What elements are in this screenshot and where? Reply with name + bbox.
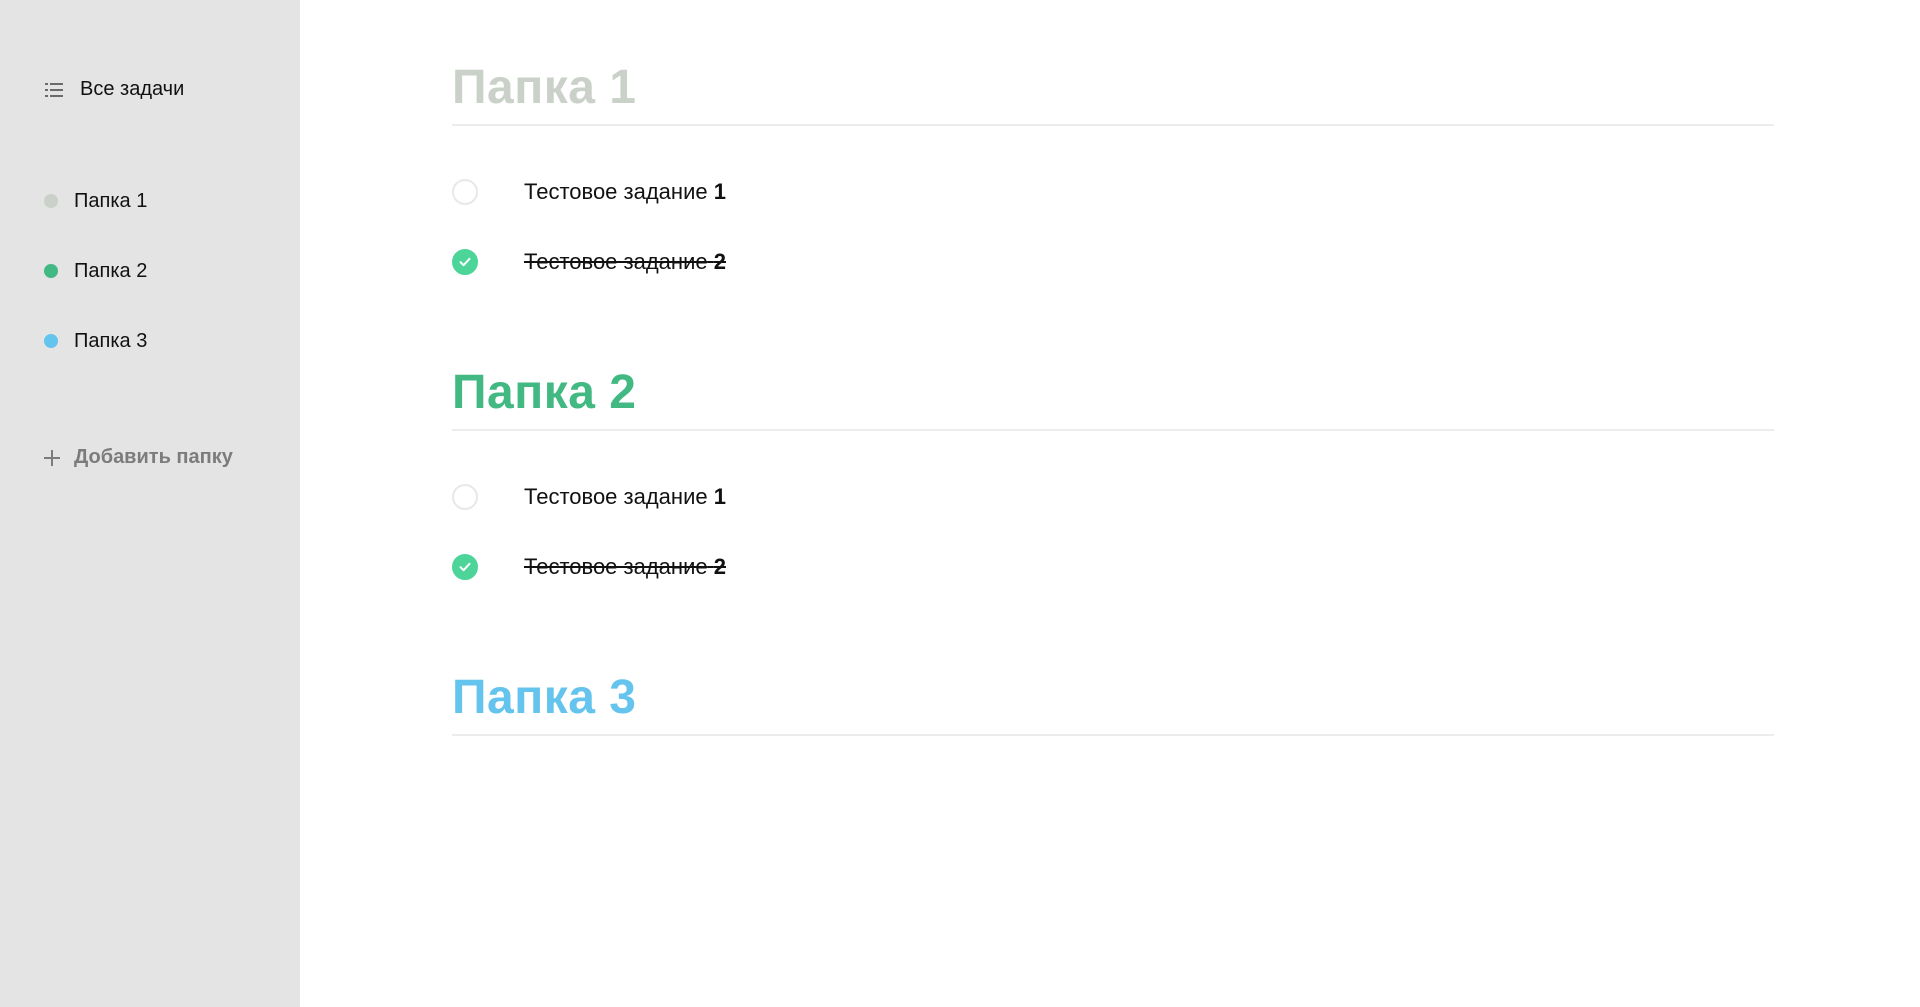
task-checkbox[interactable] (452, 484, 478, 510)
task-text: Тестовое задание 2 (524, 249, 726, 275)
plus-icon (42, 448, 62, 468)
sidebar-all-tasks-label: Все задачи (80, 78, 185, 100)
section-divider (452, 429, 1774, 431)
section-title: Папка 2 (452, 366, 637, 419)
section-divider (452, 734, 1774, 736)
section-divider (452, 124, 1774, 126)
task-number: 1 (713, 484, 726, 509)
task-label: Тестовое задание (524, 554, 708, 579)
task-item: Тестовое задание 2 (452, 246, 1774, 278)
task-checkbox[interactable] (452, 249, 478, 275)
sidebar: Все задачи Папка 1 Папка 2 Папка 3 Добав… (0, 0, 300, 1007)
task-checkbox[interactable] (452, 179, 478, 205)
task-list: Тестовое задание 1 Тестовое задание 2 (452, 176, 1774, 278)
section-title: Папка 3 (452, 671, 637, 724)
add-folder-label: Добавить папку (74, 446, 233, 468)
sidebar-item-folder-3[interactable]: Папка 3 (44, 326, 264, 356)
task-label: Тестовое задание (524, 249, 708, 274)
add-folder-button[interactable]: Добавить папку (42, 446, 233, 469)
checkmark-icon (459, 562, 471, 572)
folder-color-dot (44, 334, 58, 348)
task-number: 2 (713, 249, 726, 274)
folder-section-2: Папка 2 Тестовое задание 1 Тестовое зада… (452, 365, 1774, 583)
task-item: Тестовое задание 2 (452, 551, 1774, 583)
task-number: 2 (713, 554, 726, 579)
folder-section-1: Папка 1 Тестовое задание 1 Тестовое зада… (452, 60, 1774, 278)
task-item: Тестовое задание 1 (452, 176, 1774, 208)
task-item: Тестовое задание 1 (452, 481, 1774, 513)
sidebar-folder-list: Папка 1 Папка 2 Папка 3 (44, 186, 264, 396)
task-number: 1 (713, 179, 726, 204)
main-content: Папка 1 Тестовое задание 1 Тестовое зада… (300, 0, 1920, 1007)
sidebar-all-tasks[interactable]: Все задачи (44, 78, 184, 101)
folder-color-dot (44, 194, 58, 208)
app-root: Все задачи Папка 1 Папка 2 Папка 3 Добав… (0, 0, 1920, 1007)
sidebar-item-label: Папка 2 (74, 259, 148, 282)
sidebar-item-label: Папка 3 (74, 329, 148, 352)
sidebar-item-folder-2[interactable]: Папка 2 (44, 256, 264, 286)
sidebar-item-label: Папка 1 (74, 189, 148, 212)
task-list: Тестовое задание 1 Тестовое задание 2 (452, 481, 1774, 583)
list-icon (44, 80, 64, 100)
folder-section-3: Папка 3 (452, 670, 1774, 736)
sidebar-item-folder-1[interactable]: Папка 1 (44, 186, 264, 216)
task-text: Тестовое задание 1 (524, 484, 726, 510)
task-label: Тестовое задание (524, 179, 708, 204)
folder-color-dot (44, 264, 58, 278)
task-checkbox[interactable] (452, 554, 478, 580)
checkmark-icon (459, 257, 471, 267)
task-text: Тестовое задание 1 (524, 179, 726, 205)
section-title: Папка 1 (452, 61, 637, 114)
task-text: Тестовое задание 2 (524, 554, 726, 580)
task-label: Тестовое задание (524, 484, 708, 509)
